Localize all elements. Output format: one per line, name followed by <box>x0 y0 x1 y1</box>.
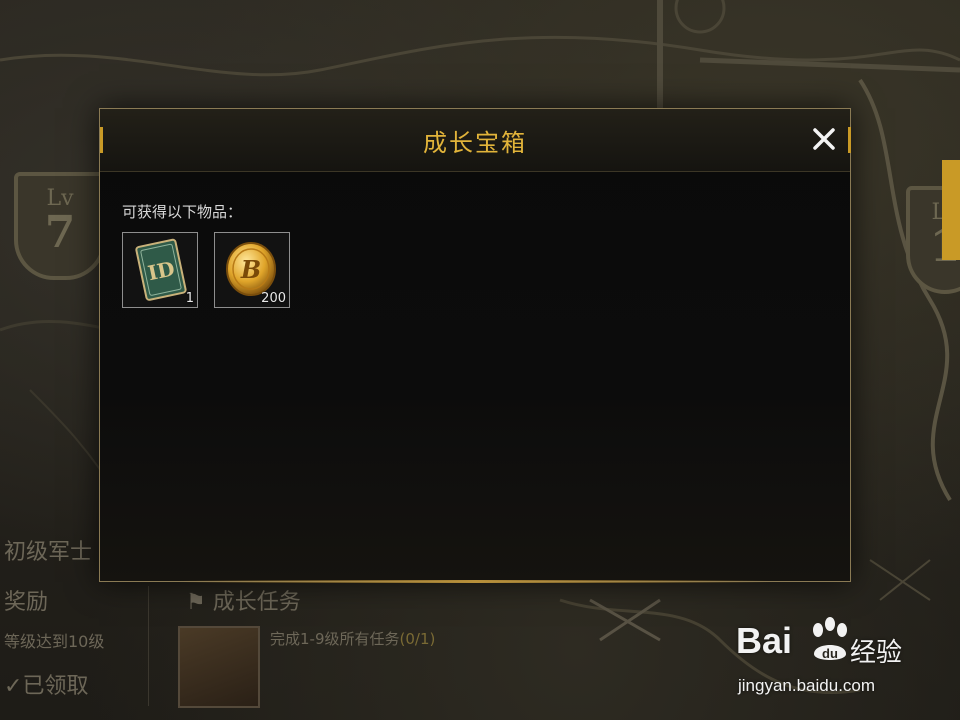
dialog-bottom-glow <box>180 580 772 583</box>
game-screen: Lv 7 Lv 1 初级军士 奖励 等级达到10级 ✓已领取 ⚑ 成长任务 完成… <box>0 0 960 720</box>
check-icon: ✓ <box>4 674 23 699</box>
dialog-header: 成长宝箱 <box>100 109 851 172</box>
item-slot-id-card[interactable]: ID 1 <box>122 232 198 308</box>
growth-chest-dialog: 成长宝箱 可获得以下物品： ID 1 B 200 <box>99 108 851 583</box>
level-badge-left-number: 7 <box>44 207 76 258</box>
paw-icon: du <box>813 617 847 661</box>
baidu-watermark: Bai du 经验 jingyan.baidu.com <box>736 614 956 704</box>
flag-icon: ⚑ <box>186 590 206 615</box>
task-description-text: 完成1-9级所有任务 <box>270 630 400 648</box>
watermark-url: jingyan.baidu.com <box>738 676 876 695</box>
task-progress: (0/1) <box>399 630 436 648</box>
growth-task-header: ⚑ 成长任务 <box>186 584 301 616</box>
item-slot-bp-coin[interactable]: B 200 <box>214 232 290 308</box>
watermark-logo: Bai <box>736 620 792 662</box>
watermark-label: 经验 <box>850 638 903 668</box>
reward-label: 奖励 <box>4 590 49 615</box>
rank-label: 初级军士 <box>4 540 93 565</box>
chest-icon <box>178 626 260 708</box>
task-description: 完成1-9级所有任务(0/1) <box>270 628 435 649</box>
close-button[interactable] <box>806 121 842 157</box>
section-divider <box>148 586 149 706</box>
watermark-logo-suffix: du <box>822 646 838 661</box>
growth-task-label: 成长任务 <box>212 590 301 615</box>
item-quantity: 1 <box>185 291 194 306</box>
gold-side-tab <box>942 160 960 260</box>
level-badge-left: Lv 7 <box>14 172 106 280</box>
dialog-title: 成长宝箱 <box>423 129 527 157</box>
svg-text:B: B <box>240 255 261 284</box>
claimed-label: ✓已领取 <box>4 668 88 700</box>
level-requirement: 等级达到10级 <box>4 632 105 651</box>
item-quantity: 200 <box>261 291 286 306</box>
claimed-text: 已领取 <box>22 674 89 699</box>
watermark-logo-text: Bai <box>736 620 793 661</box>
close-icon <box>813 128 835 150</box>
dialog-subtitle: 可获得以下物品： <box>122 203 243 221</box>
